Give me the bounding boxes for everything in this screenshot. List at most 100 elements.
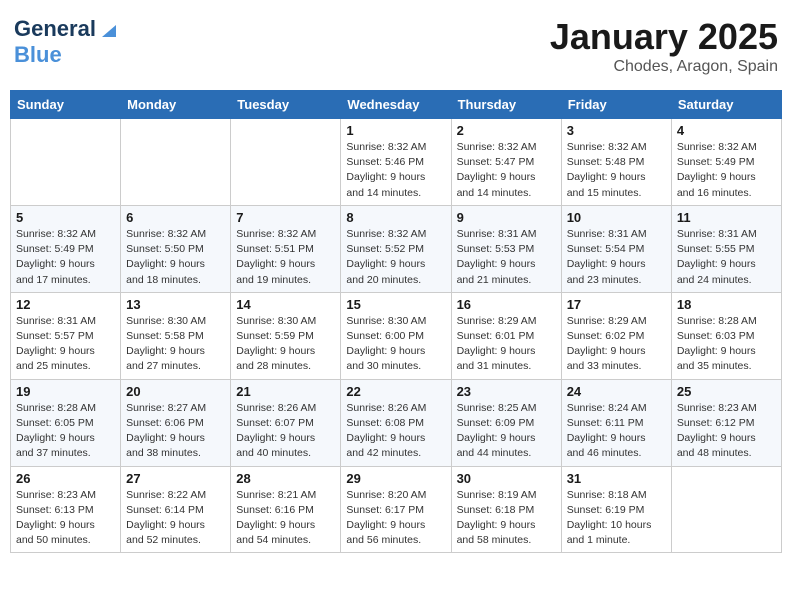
day-info: Sunrise: 8:26 AM Sunset: 6:07 PM Dayligh… bbox=[236, 401, 335, 462]
day-number: 16 bbox=[457, 297, 556, 312]
logo-text-general: General bbox=[14, 16, 96, 42]
table-row: 6Sunrise: 8:32 AM Sunset: 5:50 PM Daylig… bbox=[121, 205, 231, 292]
day-number: 1 bbox=[346, 123, 445, 138]
day-number: 8 bbox=[346, 210, 445, 225]
day-info: Sunrise: 8:28 AM Sunset: 6:05 PM Dayligh… bbox=[16, 401, 115, 462]
day-number: 18 bbox=[677, 297, 776, 312]
day-number: 30 bbox=[457, 471, 556, 486]
day-number: 14 bbox=[236, 297, 335, 312]
header-tuesday: Tuesday bbox=[231, 91, 341, 119]
calendar-header-row: Sunday Monday Tuesday Wednesday Thursday… bbox=[11, 91, 782, 119]
day-info: Sunrise: 8:27 AM Sunset: 6:06 PM Dayligh… bbox=[126, 401, 225, 462]
day-info: Sunrise: 8:32 AM Sunset: 5:49 PM Dayligh… bbox=[16, 227, 115, 288]
table-row: 29 Sunrise: 8:20 AM Sunset: 6:17 PM Dayli… bbox=[341, 466, 451, 553]
day-number: 27 bbox=[126, 471, 225, 486]
day-info: Sunrise: 8:21 AM Sunset: 6:16 PM Dayligh… bbox=[236, 488, 335, 549]
header-sunday: Sunday bbox=[11, 91, 121, 119]
table-row: 14 Sunrise: 8:30 AM Sunset: 5:59 PM Dayli… bbox=[231, 292, 341, 379]
logo: General Blue bbox=[14, 16, 116, 68]
day-info: Sunrise: 8:23 AM Sunset: 6:13 PM Dayligh… bbox=[16, 488, 115, 549]
table-row bbox=[231, 119, 341, 206]
header-thursday: Thursday bbox=[451, 91, 561, 119]
table-row: 11Sunrise: 8:31 AM Sunset: 5:55 PM Dayli… bbox=[671, 205, 781, 292]
header-friday: Friday bbox=[561, 91, 671, 119]
table-row: 4 Sunrise: 8:32 AM Sunset: 5:49 PM Daylig… bbox=[671, 119, 781, 206]
table-row: 25Sunrise: 8:23 AM Sunset: 6:12 PM Dayli… bbox=[671, 379, 781, 466]
calendar-week-row: 12 Sunrise: 8:31 AM Sunset: 5:57 PM Dayli… bbox=[11, 292, 782, 379]
table-row: 10 Sunrise: 8:31 AM Sunset: 5:54 PM Dayli… bbox=[561, 205, 671, 292]
table-row: 5 Sunrise: 8:32 AM Sunset: 5:49 PM Daylig… bbox=[11, 205, 121, 292]
calendar-week-row: 1 Sunrise: 8:32 AM Sunset: 5:46 PM Daylig… bbox=[11, 119, 782, 206]
table-row: 9 Sunrise: 8:31 AM Sunset: 5:53 PM Daylig… bbox=[451, 205, 561, 292]
day-info: Sunrise: 8:24 AM Sunset: 6:11 PM Dayligh… bbox=[567, 401, 666, 462]
table-row: 24 Sunrise: 8:24 AM Sunset: 6:11 PM Dayli… bbox=[561, 379, 671, 466]
day-info: Sunrise: 8:25 AM Sunset: 6:09 PM Dayligh… bbox=[457, 401, 556, 462]
table-row: 12 Sunrise: 8:31 AM Sunset: 5:57 PM Dayli… bbox=[11, 292, 121, 379]
location-subtitle: Chodes, Aragon, Spain bbox=[550, 58, 778, 76]
day-number: 24 bbox=[567, 384, 666, 399]
day-info: Sunrise: 8:30 AM Sunset: 6:00 PM Dayligh… bbox=[346, 314, 445, 375]
calendar-week-row: 26Sunrise: 8:23 AM Sunset: 6:13 PM Dayli… bbox=[11, 466, 782, 553]
day-info: Sunrise: 8:31 AM Sunset: 5:54 PM Dayligh… bbox=[567, 227, 666, 288]
day-info: Sunrise: 8:32 AM Sunset: 5:47 PM Dayligh… bbox=[457, 140, 556, 201]
table-row: 13 Sunrise: 8:30 AM Sunset: 5:58 PM Dayli… bbox=[121, 292, 231, 379]
month-title: January 2025 bbox=[550, 16, 778, 58]
day-info: Sunrise: 8:32 AM Sunset: 5:52 PM Dayligh… bbox=[346, 227, 445, 288]
day-info: Sunrise: 8:29 AM Sunset: 6:02 PM Dayligh… bbox=[567, 314, 666, 375]
day-info: Sunrise: 8:32 AM Sunset: 5:48 PM Dayligh… bbox=[567, 140, 666, 201]
day-number: 10 bbox=[567, 210, 666, 225]
calendar-week-row: 5 Sunrise: 8:32 AM Sunset: 5:49 PM Daylig… bbox=[11, 205, 782, 292]
table-row: 31Sunrise: 8:18 AM Sunset: 6:19 PM Dayli… bbox=[561, 466, 671, 553]
day-info: Sunrise: 8:19 AM Sunset: 6:18 PM Dayligh… bbox=[457, 488, 556, 549]
day-number: 9 bbox=[457, 210, 556, 225]
day-number: 25 bbox=[677, 384, 776, 399]
table-row: 16 Sunrise: 8:29 AM Sunset: 6:01 PM Dayli… bbox=[451, 292, 561, 379]
day-number: 12 bbox=[16, 297, 115, 312]
day-number: 23 bbox=[457, 384, 556, 399]
table-row bbox=[671, 466, 781, 553]
table-row bbox=[11, 119, 121, 206]
day-number: 31 bbox=[567, 471, 666, 486]
table-row: 8 Sunrise: 8:32 AM Sunset: 5:52 PM Daylig… bbox=[341, 205, 451, 292]
table-row: 1 Sunrise: 8:32 AM Sunset: 5:46 PM Daylig… bbox=[341, 119, 451, 206]
day-number: 5 bbox=[16, 210, 115, 225]
table-row: 19 Sunrise: 8:28 AM Sunset: 6:05 PM Dayli… bbox=[11, 379, 121, 466]
calendar-table: Sunday Monday Tuesday Wednesday Thursday… bbox=[10, 90, 782, 553]
day-number: 17 bbox=[567, 297, 666, 312]
day-number: 3 bbox=[567, 123, 666, 138]
table-row: 22Sunrise: 8:26 AM Sunset: 6:08 PM Dayli… bbox=[341, 379, 451, 466]
table-row: 30 Sunrise: 8:19 AM Sunset: 6:18 PM Dayli… bbox=[451, 466, 561, 553]
day-number: 20 bbox=[126, 384, 225, 399]
table-row bbox=[121, 119, 231, 206]
table-row: 17 Sunrise: 8:29 AM Sunset: 6:02 PM Dayli… bbox=[561, 292, 671, 379]
header-wednesday: Wednesday bbox=[341, 91, 451, 119]
day-number: 29 bbox=[346, 471, 445, 486]
day-info: Sunrise: 8:32 AM Sunset: 5:46 PM Dayligh… bbox=[346, 140, 445, 201]
day-info: Sunrise: 8:28 AM Sunset: 6:03 PM Dayligh… bbox=[677, 314, 776, 375]
day-info: Sunrise: 8:31 AM Sunset: 5:57 PM Dayligh… bbox=[16, 314, 115, 375]
day-number: 28 bbox=[236, 471, 335, 486]
calendar-week-row: 19 Sunrise: 8:28 AM Sunset: 6:05 PM Dayli… bbox=[11, 379, 782, 466]
day-number: 4 bbox=[677, 123, 776, 138]
day-info: Sunrise: 8:26 AM Sunset: 6:08 PM Dayligh… bbox=[346, 401, 445, 462]
day-info: Sunrise: 8:32 AM Sunset: 5:49 PM Dayligh… bbox=[677, 140, 776, 201]
day-number: 2 bbox=[457, 123, 556, 138]
table-row: 23 Sunrise: 8:25 AM Sunset: 6:09 PM Dayli… bbox=[451, 379, 561, 466]
table-row: 26Sunrise: 8:23 AM Sunset: 6:13 PM Dayli… bbox=[11, 466, 121, 553]
table-row: 20 Sunrise: 8:27 AM Sunset: 6:06 PM Dayli… bbox=[121, 379, 231, 466]
day-number: 19 bbox=[16, 384, 115, 399]
day-number: 13 bbox=[126, 297, 225, 312]
day-info: Sunrise: 8:29 AM Sunset: 6:01 PM Dayligh… bbox=[457, 314, 556, 375]
day-info: Sunrise: 8:30 AM Sunset: 5:58 PM Dayligh… bbox=[126, 314, 225, 375]
day-info: Sunrise: 8:30 AM Sunset: 5:59 PM Dayligh… bbox=[236, 314, 335, 375]
table-row: 2 Sunrise: 8:32 AM Sunset: 5:47 PM Daylig… bbox=[451, 119, 561, 206]
table-row: 15Sunrise: 8:30 AM Sunset: 6:00 PM Dayli… bbox=[341, 292, 451, 379]
day-number: 21 bbox=[236, 384, 335, 399]
day-info: Sunrise: 8:31 AM Sunset: 5:53 PM Dayligh… bbox=[457, 227, 556, 288]
day-info: Sunrise: 8:22 AM Sunset: 6:14 PM Dayligh… bbox=[126, 488, 225, 549]
table-row: 21 Sunrise: 8:26 AM Sunset: 6:07 PM Dayli… bbox=[231, 379, 341, 466]
day-info: Sunrise: 8:20 AM Sunset: 6:17 PM Dayligh… bbox=[346, 488, 445, 549]
title-section: January 2025 Chodes, Aragon, Spain bbox=[550, 16, 778, 76]
day-info: Sunrise: 8:32 AM Sunset: 5:51 PM Dayligh… bbox=[236, 227, 335, 288]
day-number: 11 bbox=[677, 210, 776, 225]
